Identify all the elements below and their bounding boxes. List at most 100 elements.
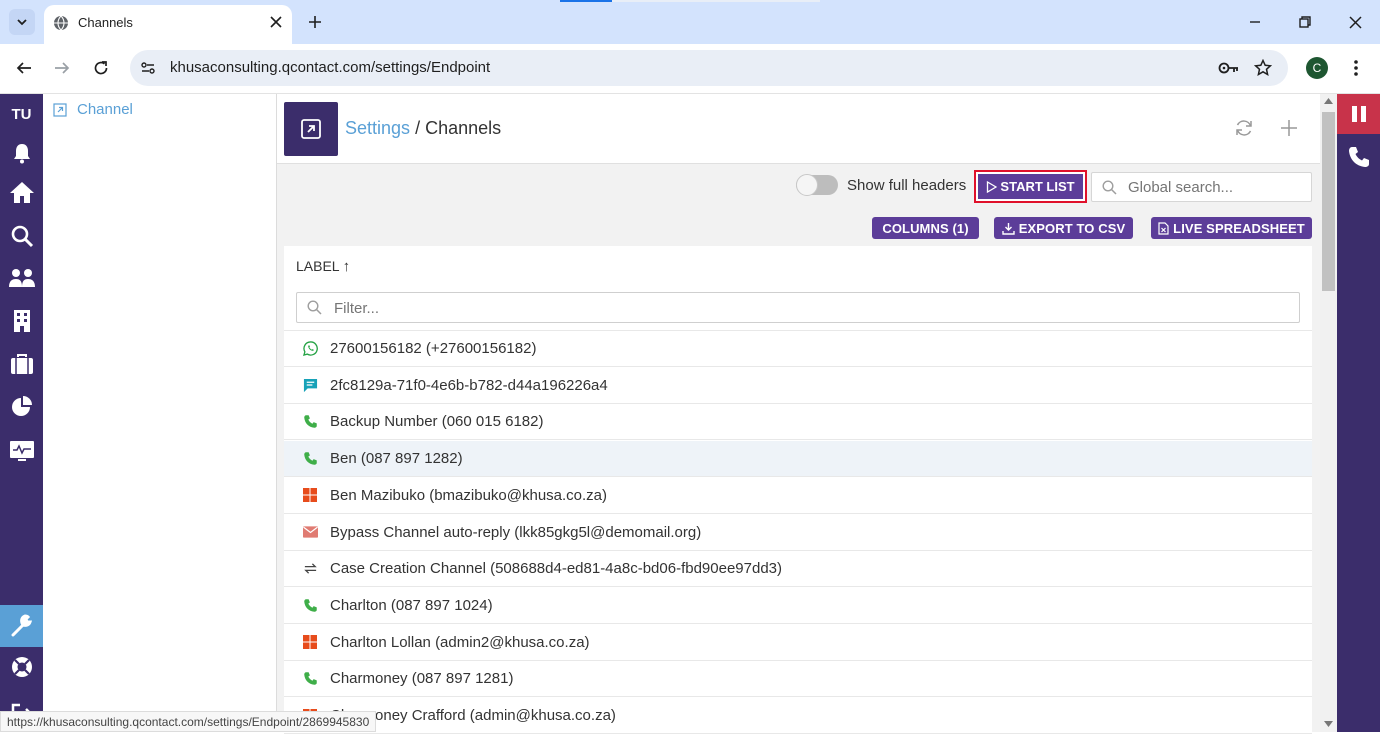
minimize-button[interactable] bbox=[1240, 8, 1270, 36]
settings-nav[interactable] bbox=[0, 605, 43, 647]
link-status-bubble: https://khusaconsulting.qcontact.com/set… bbox=[0, 711, 377, 732]
list-item[interactable]: Backup Number (060 015 6182) bbox=[284, 404, 1312, 441]
column-header-text: LABEL bbox=[296, 258, 340, 274]
key-icon[interactable] bbox=[1218, 60, 1240, 76]
list-item[interactable]: Charmoney (087 897 1281) bbox=[284, 661, 1312, 698]
arrow-left-icon bbox=[16, 62, 31, 74]
close-window-button[interactable] bbox=[1340, 8, 1370, 36]
list-item-label: Charlton Lollan (admin2@khusa.co.za) bbox=[330, 633, 590, 651]
spreadsheet-file-icon bbox=[1158, 221, 1169, 235]
columns-button[interactable]: COLUMNS (1) bbox=[872, 217, 979, 239]
close-icon bbox=[1348, 15, 1362, 29]
global-search-input[interactable] bbox=[1128, 178, 1306, 196]
globe-icon bbox=[54, 15, 68, 31]
email-icon bbox=[302, 524, 318, 540]
list-item[interactable]: 2fc8129a-71f0-4e6b-b782-d44a196226a4 bbox=[284, 368, 1312, 404]
search-nav[interactable] bbox=[0, 217, 43, 255]
add-button[interactable] bbox=[1277, 116, 1301, 140]
list-item-label: 27600156182 (+27600156182) bbox=[330, 340, 537, 357]
building-icon bbox=[13, 310, 30, 332]
scroll-up-icon[interactable] bbox=[1324, 98, 1333, 104]
filter-input[interactable] bbox=[334, 299, 1274, 317]
download-icon bbox=[1002, 222, 1015, 235]
new-tab-button[interactable] bbox=[302, 9, 328, 35]
arrow-right-icon bbox=[55, 62, 70, 74]
cases-nav[interactable] bbox=[0, 345, 43, 383]
forward-button[interactable] bbox=[48, 54, 76, 82]
refresh-button[interactable] bbox=[1232, 116, 1256, 140]
profile-initial: C bbox=[1312, 61, 1322, 75]
bell-icon bbox=[13, 144, 30, 164]
pause-button[interactable] bbox=[1337, 94, 1380, 134]
url-text[interactable]: khusaconsulting.qcontact.com/settings/En… bbox=[170, 59, 490, 76]
list-item[interactable]: Charlton Lollan (admin2@khusa.co.za) bbox=[284, 625, 1312, 661]
minimize-icon bbox=[1250, 21, 1260, 23]
contacts-icon bbox=[8, 269, 35, 287]
phone-button[interactable] bbox=[1337, 138, 1380, 176]
phone-icon bbox=[302, 414, 318, 430]
external-link-icon bbox=[53, 102, 67, 117]
profile-avatar[interactable]: C bbox=[1306, 57, 1328, 79]
global-search-box[interactable] bbox=[1091, 172, 1312, 202]
browser-toolbar: khusaconsulting.qcontact.com/settings/En… bbox=[0, 44, 1380, 94]
address-bar[interactable]: khusaconsulting.qcontact.com/settings/En… bbox=[130, 50, 1288, 86]
pause-icon bbox=[1351, 106, 1366, 122]
filter-box[interactable] bbox=[296, 292, 1300, 323]
scrollbar-thumb[interactable] bbox=[1322, 112, 1335, 291]
breadcrumb-settings-link[interactable]: Settings bbox=[345, 118, 410, 138]
scroll-down-icon[interactable] bbox=[1324, 721, 1333, 727]
show-full-headers-toggle[interactable] bbox=[796, 174, 838, 196]
list-item[interactable]: Charmoney Crafford (admin@khusa.co.za) bbox=[284, 698, 1312, 734]
breadcrumb-separator: / bbox=[415, 118, 421, 138]
list-item[interactable]: Ben (087 897 1282) bbox=[284, 441, 1312, 478]
phone-icon bbox=[302, 451, 318, 467]
live-spreadsheet-label: LIVE SPREADSHEET bbox=[1173, 220, 1305, 236]
main-content: Settings / Channels Show full headers ST… bbox=[277, 94, 1320, 734]
tree-item-label: Channel bbox=[77, 101, 133, 118]
more-vertical-icon bbox=[1354, 60, 1358, 76]
restore-icon bbox=[1299, 16, 1311, 28]
monitoring-nav[interactable] bbox=[0, 432, 43, 470]
help-nav[interactable] bbox=[0, 648, 43, 686]
site-settings-icon[interactable] bbox=[140, 60, 156, 76]
browser-menu-button[interactable] bbox=[1344, 56, 1368, 80]
list-item-label: Case Creation Channel (508688d4-ed81-4a8… bbox=[330, 560, 782, 578]
list-item[interactable]: 27600156182 (+27600156182) bbox=[284, 331, 1312, 367]
back-button[interactable] bbox=[10, 54, 38, 82]
live-spreadsheet-button[interactable]: LIVE SPREADSHEET bbox=[1151, 217, 1312, 239]
reload-icon bbox=[94, 61, 108, 75]
list-item[interactable]: Bypass Channel auto-reply (lkk85gkg5l@de… bbox=[284, 515, 1312, 551]
list-item[interactable]: Case Creation Channel (508688d4-ed81-4a8… bbox=[284, 551, 1312, 588]
chevron-down-icon bbox=[17, 19, 27, 26]
sync-icon bbox=[302, 561, 318, 577]
list-item[interactable]: Charlton (087 897 1024) bbox=[284, 588, 1312, 624]
start-list-label: START LIST bbox=[1000, 179, 1075, 194]
tree-item-channel[interactable]: Channel bbox=[53, 101, 133, 118]
reload-button[interactable] bbox=[87, 54, 115, 82]
notifications-nav[interactable] bbox=[0, 134, 43, 172]
star-icon[interactable] bbox=[1254, 59, 1272, 77]
list-item-label: Charlton (087 897 1024) bbox=[330, 596, 493, 614]
list-item[interactable]: Ben Mazibuko (bmazibuko@khusa.co.za) bbox=[284, 478, 1312, 514]
list-item-label: Backup Number (060 015 6182) bbox=[330, 413, 544, 431]
export-csv-button[interactable]: EXPORT TO CSV bbox=[994, 217, 1133, 239]
organizations-nav[interactable] bbox=[0, 302, 43, 340]
monitor-icon bbox=[9, 441, 34, 461]
refresh-icon bbox=[1236, 120, 1252, 136]
page-scrollbar[interactable] bbox=[1320, 94, 1337, 732]
start-list-button[interactable]: START LIST bbox=[974, 170, 1087, 203]
label-column-header[interactable]: LABEL ↑ bbox=[296, 258, 350, 275]
tab-strip-indicator bbox=[560, 0, 612, 2]
restore-button[interactable] bbox=[1290, 8, 1320, 36]
user-initials[interactable]: TU bbox=[0, 106, 43, 123]
close-icon[interactable] bbox=[270, 16, 282, 28]
contacts-nav[interactable] bbox=[0, 259, 43, 297]
briefcase-icon bbox=[10, 354, 33, 374]
reports-nav[interactable] bbox=[0, 388, 43, 426]
tab-search-button[interactable] bbox=[9, 9, 35, 35]
list-item-label: Bypass Channel auto-reply (lkk85gkg5l@de… bbox=[330, 523, 702, 541]
app-sidebar: TU bbox=[0, 94, 43, 732]
list-item-label: 2fc8129a-71f0-4e6b-b782-d44a196226a4 bbox=[330, 376, 608, 394]
home-nav[interactable] bbox=[0, 173, 43, 211]
browser-tab[interactable]: Channels bbox=[44, 5, 292, 44]
